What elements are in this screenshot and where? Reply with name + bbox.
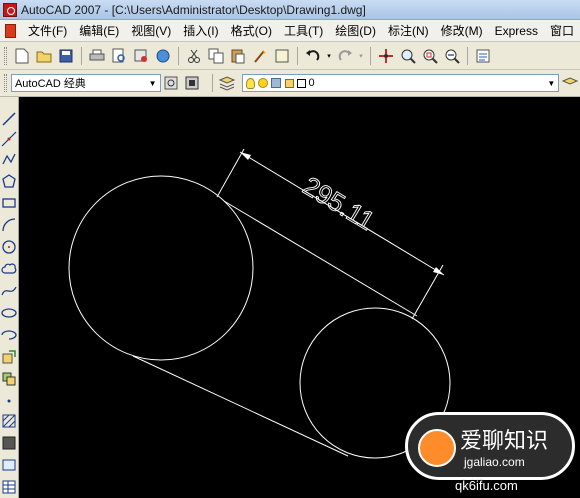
document-icon[interactable]: [5, 23, 16, 38]
print-preview-icon[interactable]: [109, 46, 129, 66]
publish-icon[interactable]: [131, 46, 151, 66]
ellipse-icon[interactable]: [1, 305, 17, 321]
circle-icon[interactable]: [1, 239, 17, 255]
pan-realtime-icon[interactable]: [376, 46, 396, 66]
menu-express[interactable]: Express: [489, 24, 544, 38]
viewport-freeze-icon[interactable]: [270, 78, 281, 88]
unlock-icon[interactable]: [284, 78, 294, 88]
toolbar-separator: [211, 74, 213, 92]
menu-bar: 文件(F) 编辑(E) 视图(V) 插入(I) 格式(O) 工具(T) 绘图(D…: [0, 20, 580, 42]
workspace-layers-toolbar: AutoCAD 经典 ▼ 0 ▼: [0, 70, 580, 97]
watermark-name: 爱聊知识: [460, 429, 549, 454]
polygon-icon[interactable]: [1, 173, 17, 189]
standard-toolbar: ▾ ▾: [0, 42, 580, 70]
arc-icon[interactable]: [1, 217, 17, 233]
zoom-previous-icon[interactable]: [442, 46, 462, 66]
block-editor-icon[interactable]: [272, 46, 292, 66]
title-bar: AutoCAD 2007 - [C:\Users\Administrator\D…: [0, 0, 580, 20]
polyline-icon[interactable]: [1, 151, 17, 167]
menu-draw[interactable]: 绘图(D): [329, 22, 382, 39]
menu-window[interactable]: 窗口: [544, 22, 580, 39]
cut-icon[interactable]: [184, 46, 204, 66]
hatch-icon[interactable]: [1, 413, 17, 429]
menu-file[interactable]: 文件(F): [22, 22, 73, 39]
spline-icon[interactable]: [1, 283, 17, 299]
workspace-value: AutoCAD 经典: [14, 78, 86, 90]
my-workspace-icon[interactable]: [182, 73, 201, 93]
menu-insert[interactable]: 插入(I): [177, 22, 224, 39]
window-title: AutoCAD 2007 - [C:\Users\Administrator\D…: [21, 2, 366, 17]
gradient-icon[interactable]: [1, 435, 17, 451]
sun-freeze-icon[interactable]: [257, 78, 268, 88]
toolbar-grip[interactable]: [4, 74, 7, 92]
watermark-url-secondary: qk6ifu.com: [455, 478, 518, 493]
layer-properties-icon[interactable]: [218, 73, 237, 93]
lightbulb-icon[interactable]: [245, 77, 255, 89]
menu-edit[interactable]: 编辑(E): [73, 22, 125, 39]
menu-format[interactable]: 格式(O): [225, 22, 278, 39]
chevron-down-icon[interactable]: ▼: [146, 79, 160, 88]
make-block-icon[interactable]: [1, 371, 17, 387]
watermark-logo-icon: [418, 429, 456, 467]
toolbar-grip[interactable]: [4, 46, 7, 65]
menu-view[interactable]: 视图(V): [125, 22, 177, 39]
layer-color-swatch[interactable]: [296, 78, 306, 88]
workspace-settings-icon[interactable]: [162, 73, 181, 93]
copy-icon[interactable]: [206, 46, 226, 66]
point-icon[interactable]: [1, 393, 17, 409]
construction-line-icon[interactable]: [1, 131, 17, 147]
undo-dropdown-icon[interactable]: ▾: [325, 46, 333, 66]
menu-modify[interactable]: 修改(M): [435, 22, 489, 39]
zoom-realtime-icon[interactable]: [398, 46, 418, 66]
revision-cloud-icon[interactable]: [1, 261, 17, 277]
toolbar-separator: [81, 46, 82, 65]
properties-icon[interactable]: [473, 46, 493, 66]
undo-icon[interactable]: [303, 46, 323, 66]
zoom-window-icon[interactable]: [420, 46, 440, 66]
redo-dropdown-icon[interactable]: ▾: [357, 46, 365, 66]
watermark-url: jgaliao.com: [464, 455, 525, 469]
new-file-icon[interactable]: [12, 46, 32, 66]
make-object-layer-current-icon[interactable]: [560, 73, 579, 93]
print-icon[interactable]: [87, 46, 107, 66]
menu-tools[interactable]: 工具(T): [278, 22, 329, 39]
layer-name: 0: [308, 77, 315, 89]
workspace-dropdown[interactable]: AutoCAD 经典 ▼: [10, 74, 161, 92]
toolbar-separator: [467, 46, 468, 65]
toolbar-separator: [178, 46, 179, 65]
redo-icon[interactable]: [335, 46, 355, 66]
open-file-icon[interactable]: [34, 46, 54, 66]
table-icon[interactable]: [1, 479, 17, 495]
toolbar-separator: [370, 46, 371, 65]
watermark-badge: 爱聊知识 jgaliao.com: [405, 412, 575, 480]
chevron-down-icon[interactable]: ▼: [544, 79, 558, 88]
save-icon[interactable]: [56, 46, 76, 66]
match-properties-icon[interactable]: [250, 46, 270, 66]
menu-dimension[interactable]: 标注(N): [382, 22, 435, 39]
line-icon[interactable]: [1, 111, 17, 127]
ellipse-arc-icon[interactable]: [1, 327, 17, 343]
autocad-app-icon[interactable]: [3, 2, 17, 17]
insert-block-icon[interactable]: [1, 349, 17, 365]
draw-toolbar: [0, 97, 19, 498]
paste-icon[interactable]: [228, 46, 248, 66]
publish-web-icon[interactable]: [153, 46, 173, 66]
layer-dropdown[interactable]: 0 ▼: [241, 74, 560, 92]
region-icon[interactable]: [1, 457, 17, 473]
toolbar-separator: [297, 46, 298, 65]
rectangle-icon[interactable]: [1, 195, 17, 211]
